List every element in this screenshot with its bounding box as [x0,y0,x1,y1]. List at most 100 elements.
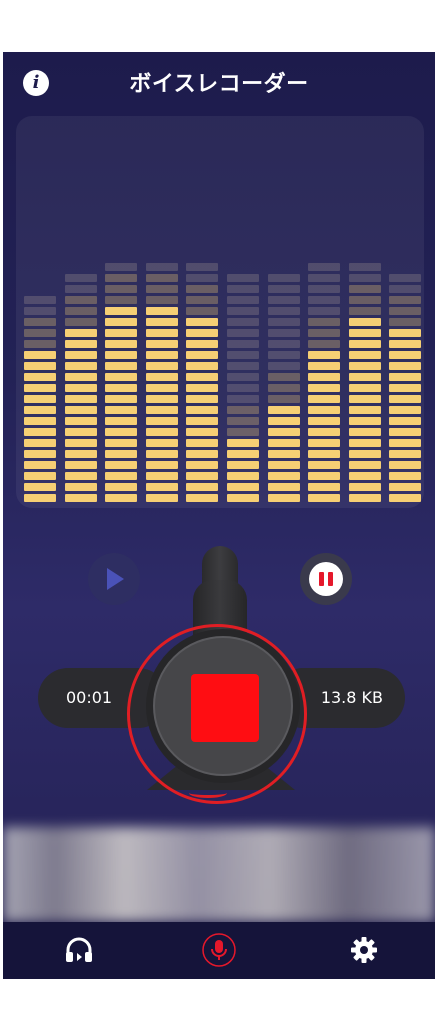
visualizer-segment [145,362,178,370]
visualizer-segment [64,285,97,293]
visualizer-segment [105,494,138,502]
visualizer-segment [389,428,422,436]
visualizer-segment [308,384,341,392]
visualizer-segment [308,285,341,293]
visualizer-segment [227,428,259,436]
visualizer-segment [348,351,381,359]
visualizer-segment [145,417,178,425]
visualizer-segment [64,296,97,304]
visualizer-segment [64,483,97,491]
visualizer-segment [389,439,422,447]
visualizer-segment [186,329,219,337]
visualizer-segment [389,318,422,326]
visualizer-segment [389,307,422,315]
visualizer-segment [267,318,300,326]
visualizer-segment [267,483,300,491]
visualizer-segment [186,362,219,370]
pause-icon [309,562,343,596]
top-bar: i ボイスレコーダー [3,52,435,112]
visualizer-segment [64,307,97,315]
visualizer-segment [267,351,300,359]
visualizer-segment [389,340,422,348]
visualizer-segment [64,406,97,414]
visualizer-segment [186,263,219,271]
visualizer-segment [227,494,259,502]
visualizer-segment [308,351,341,359]
visualizer-segment [308,373,341,381]
visualizer-segment [145,318,178,326]
play-icon [107,568,124,590]
visualizer-segment [389,395,422,403]
visualizer-segment [348,395,381,403]
visualizer-segment [389,285,422,293]
visualizer-segment [64,274,97,282]
visualizer-segment [267,395,300,403]
visualizer-segment [267,450,300,458]
visualizer-segment [267,329,300,337]
visualizer-segment [105,351,138,359]
visualizer-segment [227,439,259,447]
visualizer-segment [24,307,56,315]
visualizer-segment [145,329,178,337]
visualizer-segment [105,472,138,480]
visualizer-segment [348,318,381,326]
play-button[interactable] [88,553,140,605]
visualizer-segment [186,351,219,359]
visualizer-segment [308,340,341,348]
visualizer-segment [308,428,341,436]
visualizer-segment [267,362,300,370]
visualizer-segment [24,362,56,370]
visualizer-segment [24,483,56,491]
visualizer-segment [308,494,341,502]
visualizer-segment [389,494,422,502]
pause-button[interactable] [300,553,352,605]
visualizer-segment [267,340,300,348]
visualizer-segment [348,461,381,469]
page-title: ボイスレコーダー [129,72,309,97]
visualizer-segment [24,428,56,436]
visualizer-segment [145,307,178,315]
visualizer-bar [308,122,341,502]
visualizer-segment [186,340,219,348]
visualizer-segment [348,494,381,502]
visualizer-segment [348,329,381,337]
visualizer-segment [64,384,97,392]
visualizer-segment [308,472,341,480]
visualizer-segment [64,395,97,403]
headphones-icon[interactable] [61,932,97,968]
visualizer-segment [145,483,178,491]
visualizer-segment [186,296,219,304]
visualizer-segment [227,373,259,381]
visualizer-segment [227,450,259,458]
visualizer-segment [186,483,219,491]
visualizer-segment [227,384,259,392]
visualizer-bar [64,122,97,502]
visualizer-segment [24,406,56,414]
visualizer-segment [186,406,219,414]
visualizer-segment [348,296,381,304]
visualizer-segment [24,384,56,392]
visualizer-segment [389,351,422,359]
visualizer-segment [348,307,381,315]
visualizer-segment [267,461,300,469]
visualizer-segment [267,274,300,282]
microphone-icon[interactable] [201,932,237,968]
gear-icon[interactable] [346,932,382,968]
visualizer-segment [186,428,219,436]
bottom-navigation [3,922,435,979]
voice-recorder-app: i ボイスレコーダー 00:01 13.8 KB [3,52,435,979]
visualizer-segment [348,472,381,480]
visualizer-segment [348,362,381,370]
visualizer-segment [348,450,381,458]
visualizer-segment [105,439,138,447]
visualizer-segment [348,384,381,392]
visualizer-segment [186,285,219,293]
visualizer-segment [105,307,138,315]
visualizer-bar [145,122,178,502]
visualizer-segment [389,274,422,282]
visualizer-bar [348,122,381,502]
visualizer-segment [64,362,97,370]
visualizer-segment [227,362,259,370]
visualizer-segment [186,417,219,425]
visualizer-segment [64,472,97,480]
